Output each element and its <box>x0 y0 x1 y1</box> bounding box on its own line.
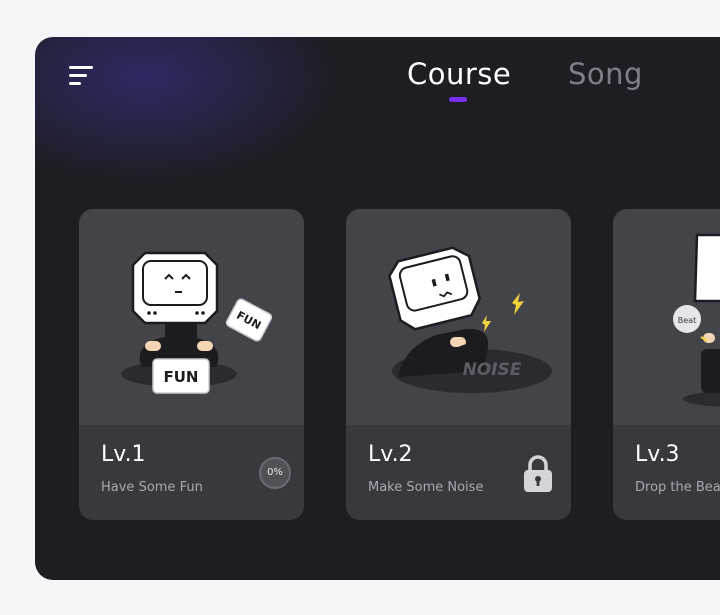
app-screen: Course Song FUN FUN Lv.1 Have Some Fun 0… <box>35 37 720 580</box>
card-title: Make Some Noise <box>368 480 484 495</box>
menu-icon[interactable] <box>67 63 97 93</box>
card-footer: Lv.3 Drop the Beat <box>613 425 720 520</box>
progress-badge: 0% <box>259 457 291 489</box>
course-card-lv3[interactable]: Beat Lv.3 Drop the Beat <box>613 209 720 520</box>
active-tab-indicator <box>449 97 467 102</box>
card-level: Lv.1 <box>101 442 146 467</box>
course-card-lv2[interactable]: NOISE Lv.2 Make Some Noise <box>346 209 571 520</box>
fun-robot-illustration: FUN FUN <box>121 251 273 394</box>
card-title: Drop the Beat <box>635 480 720 495</box>
beat-bubble-text: Beat <box>678 316 696 325</box>
card-level: Lv.2 <box>368 442 413 467</box>
beat-robot-illustration: Beat <box>673 233 720 407</box>
fun-block-text: FUN <box>164 368 199 386</box>
tab-song[interactable]: Song <box>568 57 643 91</box>
noise-robot-illustration: NOISE <box>388 246 552 393</box>
tab-course[interactable]: Course <box>407 57 511 91</box>
card-footer: Lv.2 Make Some Noise <box>346 425 571 520</box>
card-title: Have Some Fun <box>101 480 203 495</box>
noise-floor-text: NOISE <box>463 360 522 380</box>
course-card-lv1[interactable]: FUN FUN Lv.1 Have Some Fun 0% <box>79 209 304 520</box>
card-footer: Lv.1 Have Some Fun 0% <box>79 425 304 520</box>
lock-icon <box>524 455 552 492</box>
card-level: Lv.3 <box>635 442 680 467</box>
